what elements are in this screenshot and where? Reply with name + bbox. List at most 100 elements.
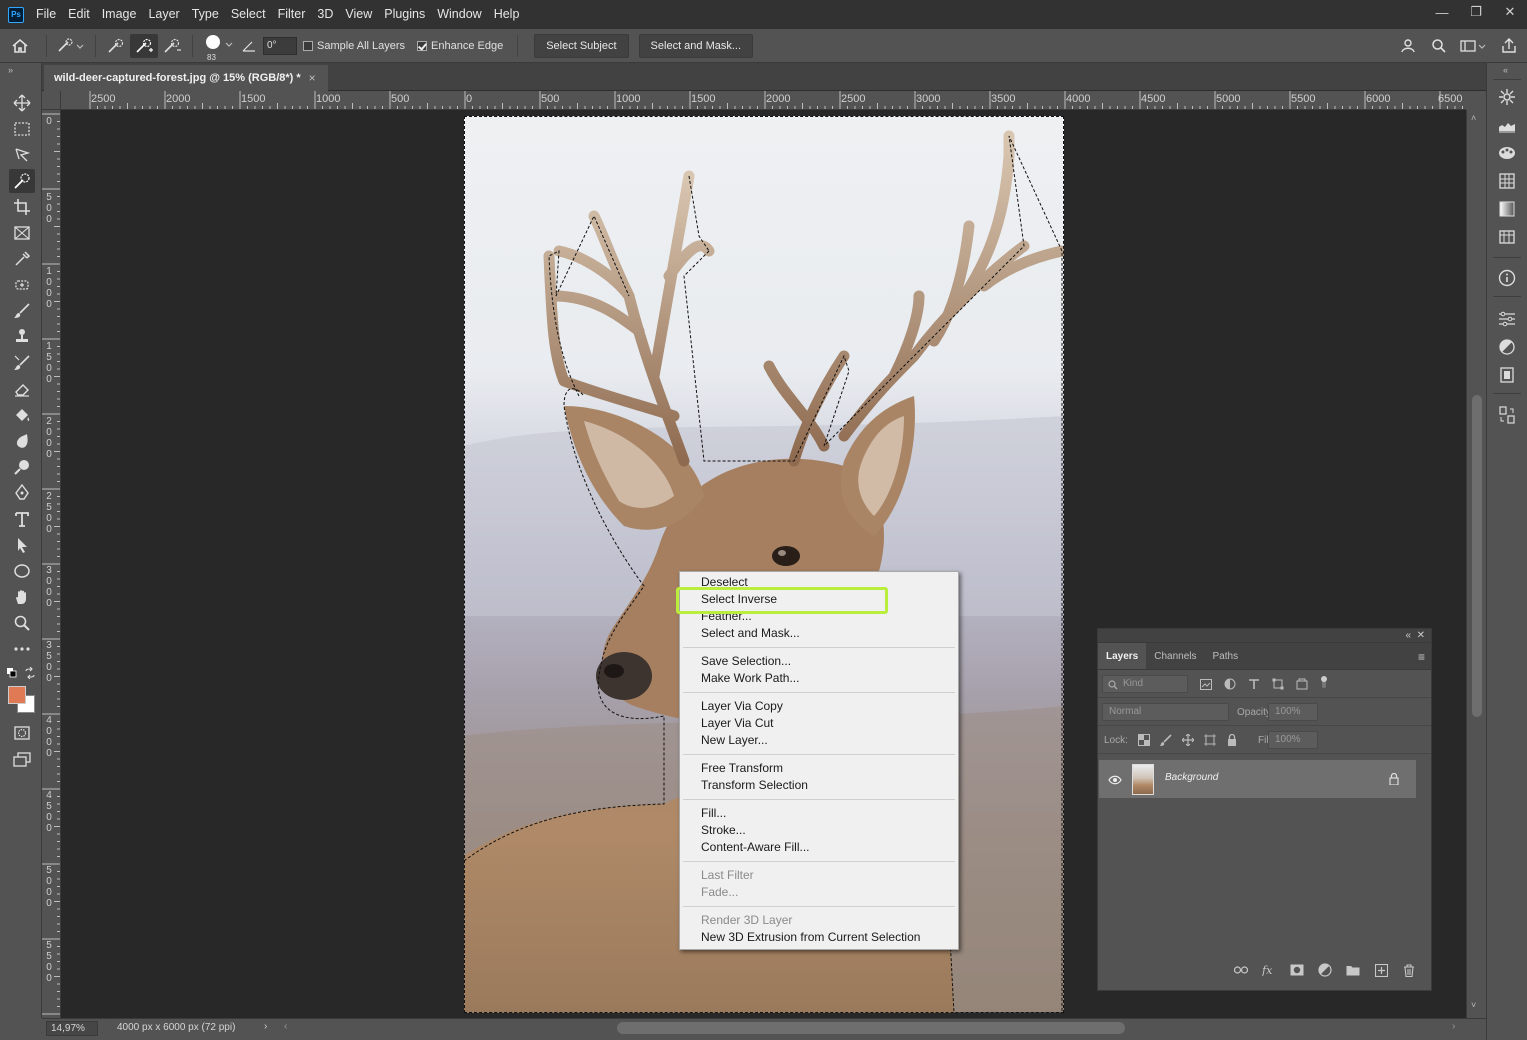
share-icon[interactable] [1499, 34, 1519, 58]
menu-item-layer-via-copy[interactable]: Layer Via Copy [701, 698, 783, 715]
blur-tool-icon[interactable] [9, 429, 35, 453]
blend-mode-select[interactable]: Normal [1102, 703, 1229, 721]
add-to-selection-icon[interactable] [130, 33, 158, 58]
select-subject-button[interactable]: Select Subject [534, 33, 629, 58]
panel-collapse-icon[interactable]: « [1503, 65, 1508, 75]
ellipse-tool-icon[interactable] [9, 559, 35, 583]
clone-stamp-tool-icon[interactable] [9, 325, 35, 349]
path-selection-tool-icon[interactable] [9, 533, 35, 557]
new-selection-icon[interactable] [102, 34, 130, 58]
panel-close-icon[interactable]: ✕ [1417, 629, 1425, 642]
document-tab[interactable]: wild-deer-captured-forest.jpg @ 15% (RGB… [44, 65, 328, 91]
menu-window[interactable]: Window [431, 0, 487, 29]
status-menu-arrow-icon[interactable]: › [264, 1021, 267, 1032]
menu-item-deselect[interactable]: Deselect [701, 574, 748, 591]
type-tool-icon[interactable] [9, 507, 35, 531]
angle-input[interactable]: 0° [263, 36, 297, 55]
menu-type[interactable]: Type [186, 0, 225, 29]
tab-layers[interactable]: Layers [1098, 643, 1147, 669]
eraser-tool-icon[interactable] [9, 377, 35, 401]
zoom-level-field[interactable]: 14,97% [46, 1021, 98, 1036]
panel-collapse-icon[interactable]: « [1405, 629, 1411, 642]
menu-edit[interactable]: Edit [62, 0, 96, 29]
rectangular-marquee-tool-icon[interactable] [9, 117, 35, 141]
close-window-button[interactable]: ✕ [1493, 0, 1527, 24]
color-panel-icon[interactable] [1495, 86, 1519, 108]
menu-item-transform-selection[interactable]: Transform Selection [701, 777, 808, 794]
filter-smart-object-icon[interactable] [1294, 676, 1310, 692]
layer-style-icon[interactable]: fx [1261, 962, 1277, 978]
account-icon[interactable] [1399, 34, 1419, 58]
brush-tool-icon[interactable] [9, 299, 35, 323]
search-icon[interactable] [1429, 34, 1449, 58]
filter-pixel-icon[interactable] [1198, 676, 1214, 692]
menu-image[interactable]: Image [96, 0, 143, 29]
default-colors-icon[interactable] [7, 668, 19, 683]
libraries-panel-icon[interactable] [1495, 226, 1519, 248]
zoom-tool-icon[interactable] [9, 611, 35, 635]
swatches-panel-icon[interactable] [1495, 142, 1519, 164]
menu-item-stroke[interactable]: Stroke... [701, 822, 746, 839]
eyedropper-tool-icon[interactable] [9, 247, 35, 271]
menu-item-save-selection[interactable]: Save Selection... [701, 653, 791, 670]
brush-picker[interactable]: 83 [199, 34, 239, 62]
enhance-edge-option[interactable]: Enhance Edge [417, 40, 503, 52]
lock-all-icon[interactable] [1224, 732, 1240, 748]
scroll-left-icon[interactable]: ‹ [284, 1021, 287, 1032]
close-tab-icon[interactable]: × [309, 71, 316, 85]
opacity-field[interactable]: 100% [1268, 703, 1318, 721]
crop-tool-icon[interactable] [9, 195, 35, 219]
screen-mode-icon[interactable] [9, 747, 35, 771]
patterns-panel-icon[interactable] [1495, 170, 1519, 192]
quick-selection-tool-icon[interactable] [9, 169, 35, 193]
history-brush-tool-icon[interactable] [9, 351, 35, 375]
lock-position-icon[interactable] [1180, 732, 1196, 748]
styles-panel-icon[interactable] [1495, 364, 1519, 386]
menu-item-select-inverse[interactable]: Select Inverse [701, 591, 777, 608]
horizontal-scrollbar-thumb[interactable] [617, 1022, 1125, 1034]
add-mask-icon[interactable] [1289, 962, 1305, 978]
sample-all-layers-option[interactable]: Sample All Layers [303, 40, 405, 52]
swap-colors-icon[interactable] [24, 666, 36, 682]
properties-panel-icon[interactable] [1495, 308, 1519, 330]
home-icon[interactable] [0, 34, 40, 58]
filter-type-icon[interactable] [1246, 676, 1262, 692]
edit-toolbar-icon[interactable] [9, 637, 35, 661]
layer-name[interactable]: Background [1165, 772, 1218, 783]
menu-item-fill[interactable]: Fill... [701, 805, 726, 822]
workspace-switcher-icon[interactable] [1459, 34, 1489, 58]
link-layers-icon[interactable] [1233, 962, 1249, 978]
menu-3d[interactable]: 3D [311, 0, 339, 29]
scroll-right-icon[interactable]: › [1452, 1021, 1455, 1032]
fill-field[interactable]: 100% [1268, 731, 1318, 749]
menu-item-layer-via-cut[interactable]: Layer Via Cut [701, 715, 774, 732]
info-panel-icon[interactable] [1495, 267, 1519, 289]
menu-help[interactable]: Help [488, 0, 526, 29]
pen-tool-icon[interactable] [9, 481, 35, 505]
frame-tool-icon[interactable] [9, 221, 35, 245]
menu-view[interactable]: View [339, 0, 378, 29]
filter-shape-icon[interactable] [1270, 676, 1286, 692]
gradients-panel-icon[interactable] [1495, 198, 1519, 220]
menu-plugins[interactable]: Plugins [378, 0, 431, 29]
menu-item-select-and-mask[interactable]: Select and Mask... [701, 625, 800, 642]
horizontal-ruler[interactable]: 2500 2000 1500 1000 500 0 500 1000 1500 … [61, 91, 1466, 110]
histogram-panel-icon[interactable] [1495, 114, 1519, 136]
enhance-edge-checkbox[interactable] [417, 40, 428, 51]
quick-mask-icon[interactable] [9, 721, 35, 745]
minimize-button[interactable]: — [1425, 0, 1459, 24]
menu-filter[interactable]: Filter [272, 0, 312, 29]
vertical-ruler[interactable]: 0 5 0 0 1 0 0 0 1 5 0 0 2 0 0 0 2 5 0 0 … [42, 110, 61, 1018]
new-group-icon[interactable] [1345, 962, 1361, 978]
scroll-up-icon[interactable]: ˄ [1471, 113, 1476, 123]
hand-tool-icon[interactable] [9, 585, 35, 609]
filter-adjustment-icon[interactable] [1222, 676, 1238, 692]
menu-item-make-work-path[interactable]: Make Work Path... [701, 670, 799, 687]
menu-select[interactable]: Select [225, 0, 272, 29]
lasso-tool-icon[interactable] [9, 143, 35, 167]
panel-menu-icon[interactable]: ≡ [1418, 650, 1425, 664]
lock-pixels-icon[interactable] [1158, 732, 1174, 748]
subtract-from-selection-icon[interactable] [158, 34, 186, 58]
menu-item-free-transform[interactable]: Free Transform [701, 760, 783, 777]
delete-layer-icon[interactable] [1401, 962, 1417, 978]
